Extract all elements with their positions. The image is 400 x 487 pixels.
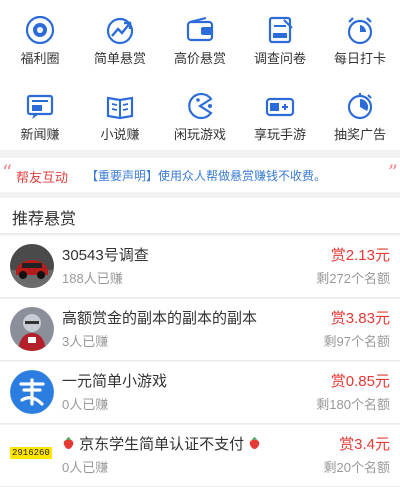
task-reward: 赏2.13元 <box>330 247 390 264</box>
grid-item-casual-games[interactable]: 闲玩游戏 <box>160 82 240 146</box>
grid-item-mobile-games[interactable]: 享玩手游 <box>240 82 320 146</box>
grid-item-welfare[interactable]: 福利圈 <box>0 6 80 70</box>
grid-item-survey[interactable]: 调查问卷 <box>240 6 320 70</box>
task-row[interactable]: 一元简单小游戏 0人已赚 赏0.85元 剩180个名额 <box>0 362 400 424</box>
task-row[interactable]: 高额赏金的副本的副本的副本 3人已赚 赏3.83元 剩97个名额 <box>0 299 400 361</box>
news-icon <box>26 94 54 119</box>
grid-item-label: 闲玩游戏 <box>173 127 226 142</box>
target-icon <box>25 15 55 45</box>
task-row[interactable]: 2916260 京东学生简单认证不支付 0人已赚 赏3.4元 剩20个名额 <box>0 425 400 487</box>
task-remaining: 剩20个名额 <box>323 460 390 475</box>
grid-item-label: 简单悬赏 <box>93 51 146 66</box>
open-quote-icon: “ <box>2 160 13 184</box>
pacman-icon <box>188 92 213 120</box>
grid-item-news[interactable]: 新闻赚 <box>0 82 80 146</box>
bangyou-logo-icon <box>10 370 54 414</box>
grid-item-label: 新闻赚 <box>20 127 60 142</box>
task-reward: 赏3.83元 <box>330 310 390 327</box>
grid-item-lottery-ads[interactable]: 抽奖广告 <box>320 82 400 146</box>
task-reward: 赏3.4元 <box>339 436 390 453</box>
close-quote-icon: ” <box>387 160 398 184</box>
task-name: 高额赏金的副本的副本的副本 <box>62 310 258 327</box>
grid-item-label: 每日打卡 <box>333 51 386 66</box>
trend-icon <box>106 17 134 45</box>
grid-item-label: 调查问卷 <box>253 51 306 66</box>
task-avatar <box>10 307 54 351</box>
grid-item-daily-checkin[interactable]: 每日打卡 <box>320 6 400 70</box>
task-row[interactable]: 30543号调查 188人已赚 赏2.13元 剩272个名额 <box>0 236 400 298</box>
section-header: 推荐悬赏 <box>0 198 400 234</box>
book-icon <box>106 96 134 120</box>
task-earned-count: 3人已赚 <box>62 334 109 349</box>
notice-message[interactable]: 【重要声明】使用众人帮做悬赏赚钱不收费。 <box>86 167 326 184</box>
grid-item-label: 抽奖广告 <box>333 127 386 142</box>
grid-item-high-reward[interactable]: 高价悬赏 <box>160 6 240 70</box>
task-avatar <box>10 370 54 414</box>
task-name: 30543号调查 <box>62 247 149 264</box>
notice-brand: 帮友互动 <box>16 170 69 185</box>
task-remaining: 剩272个名额 <box>316 271 390 286</box>
task-remaining: 剩180个名额 <box>316 397 390 412</box>
grid-item-label: 高价悬赏 <box>173 51 226 66</box>
task-earned-count: 0人已赚 <box>62 460 109 475</box>
lottery-icon <box>347 93 373 120</box>
football-player-image <box>10 307 54 351</box>
notice-bar[interactable]: “ 帮友互动 【重要声明】使用众人帮做悬赏赚钱不收费。 ” <box>0 158 400 192</box>
task-earned-count: 0人已赚 <box>62 397 109 412</box>
grid-item-simple-reward[interactable]: 简单悬赏 <box>80 6 160 70</box>
task-avatar <box>10 244 54 288</box>
gamepad-icon <box>265 97 295 117</box>
grid-item-label: 小说赚 <box>100 127 140 142</box>
survey-icon <box>268 16 293 44</box>
task-name-wrapper: 京东学生简单认证不支付 <box>62 433 261 454</box>
strawberry-icon <box>250 436 260 450</box>
task-reward: 赏0.85元 <box>330 373 390 390</box>
grid-item-label: 享玩手游 <box>253 127 306 142</box>
section-title: 推荐悬赏 <box>12 211 77 228</box>
wallet-icon <box>186 17 214 42</box>
feature-grid: 福利圈 简单悬赏 高价悬赏 调查问卷 每日打卡 新闻赚 小说赚 闲玩游戏 享玩手… <box>0 0 400 150</box>
task-remaining: 剩97个名额 <box>323 334 390 349</box>
grid-item-novel[interactable]: 小说赚 <box>80 82 160 146</box>
task-earned-count: 188人已赚 <box>62 271 123 286</box>
task-name: 京东学生简单认证不支付 <box>79 436 245 453</box>
car-image <box>10 244 54 288</box>
task-avatar-code: 2916260 <box>10 447 52 459</box>
alarm-clock-icon <box>347 17 373 45</box>
strawberry-icon <box>63 436 74 450</box>
task-name: 一元简单小游戏 <box>62 373 168 390</box>
grid-item-label: 福利圈 <box>20 51 60 66</box>
